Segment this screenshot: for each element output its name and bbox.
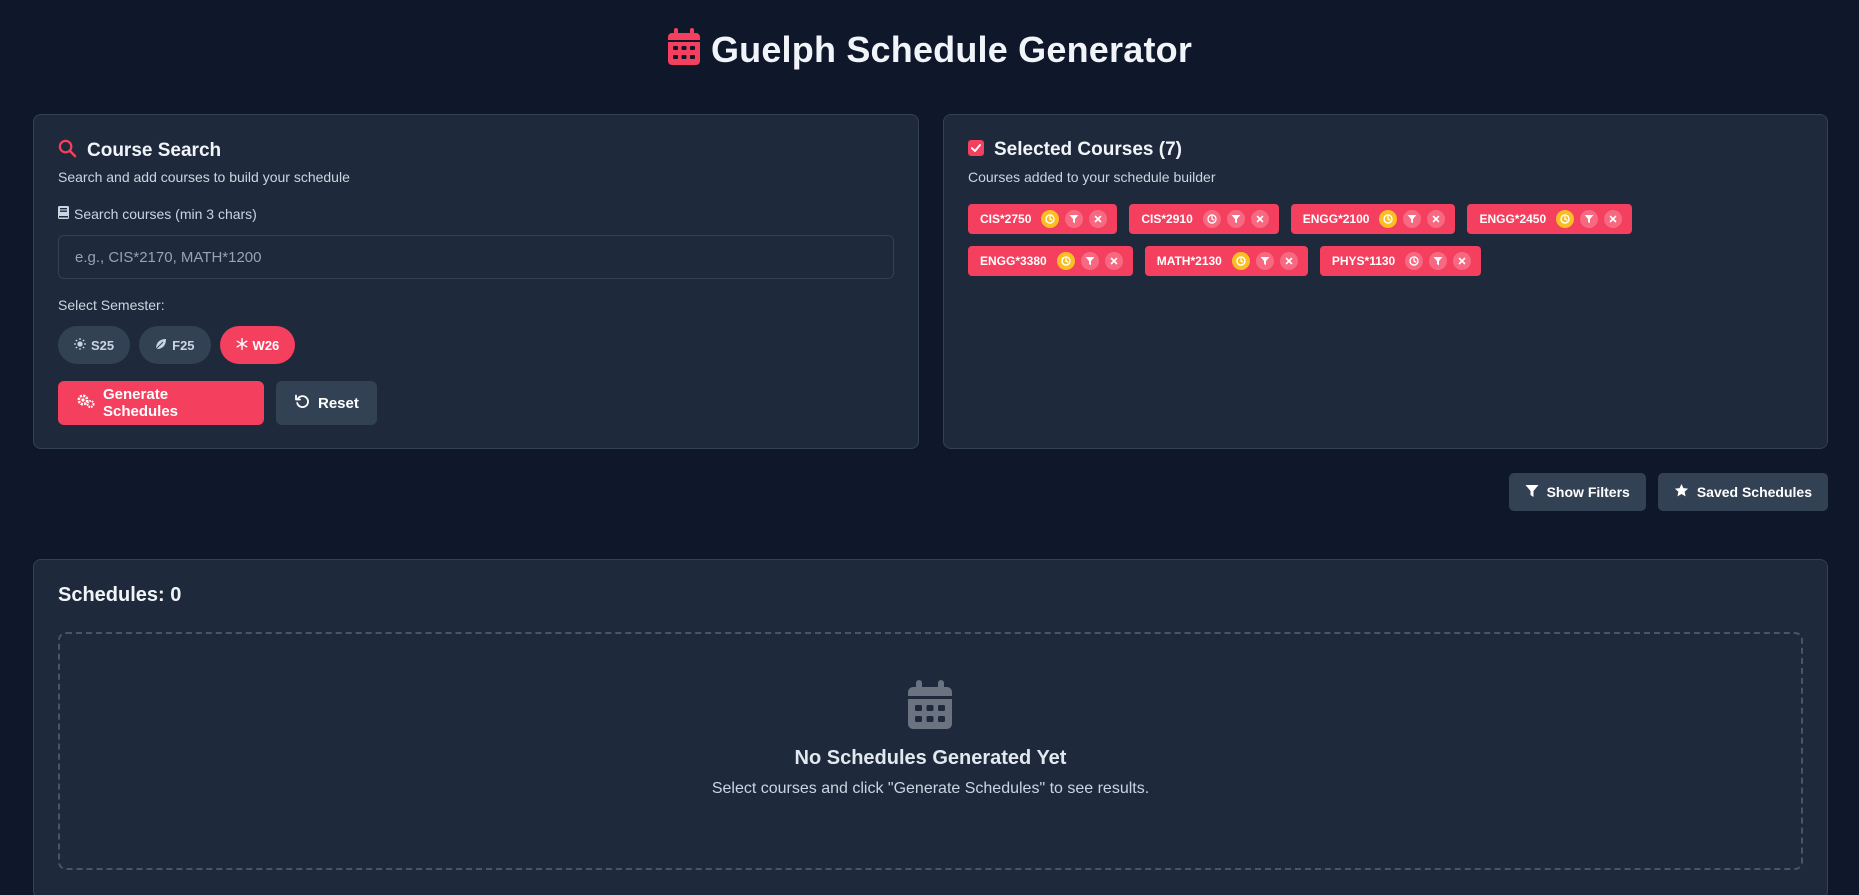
schedules-panel: Schedules: 0 No Schedules Generated Yet …	[33, 559, 1828, 895]
course-code: PHYS*1130	[1331, 254, 1396, 268]
remove-course-icon[interactable]	[1453, 252, 1472, 270]
semester-button-label: W26	[252, 337, 280, 353]
course-search-panel: Course Search Search and add courses to …	[33, 114, 919, 449]
semester-button-label: S25	[91, 337, 115, 353]
saved-schedules-button[interactable]: Saved Schedules	[1657, 473, 1828, 511]
star-icon	[1674, 483, 1689, 501]
gears-icon	[77, 394, 95, 412]
course-code: ENGG*2100	[1302, 212, 1370, 226]
semester-button-label: F25	[172, 337, 195, 353]
book-icon	[58, 206, 69, 222]
undo-icon	[295, 394, 310, 413]
course-chip: ENGG*3380	[968, 246, 1133, 276]
filter-icon	[1525, 484, 1539, 501]
search-input[interactable]	[58, 235, 894, 279]
filter-icon[interactable]	[1255, 252, 1274, 270]
saved-schedules-label: Saved Schedules	[1696, 484, 1812, 500]
clock-icon[interactable]	[1556, 210, 1575, 228]
course-chip-list: CIS*2750 CIS*2910 ENGG*2100 ENGG*2450 ENGG*3…	[968, 204, 1808, 276]
remove-course-icon[interactable]	[1104, 252, 1123, 270]
course-code: MATH*2130	[1156, 254, 1222, 268]
course-code: ENGG*3380	[980, 254, 1047, 268]
selected-courses-subtitle: Courses added to your schedule builder	[968, 169, 1216, 185]
generate-schedules-label: Generate Schedules	[103, 386, 179, 420]
course-code: CIS*2750	[980, 212, 1032, 226]
clock-icon[interactable]	[1041, 210, 1060, 228]
filter-icon[interactable]	[1065, 210, 1084, 228]
clock-icon[interactable]	[1405, 252, 1424, 270]
filter-icon[interactable]	[1226, 210, 1245, 228]
course-chip: MATH*2130	[1144, 246, 1308, 276]
search-label-text: Search courses (min 3 chars)	[74, 206, 257, 222]
course-search-subtitle: Search and add courses to build your sch…	[58, 169, 350, 185]
filter-icon[interactable]	[1580, 210, 1599, 228]
course-chip: ENGG*2100	[1290, 204, 1456, 234]
empty-state-title: No Schedules Generated Yet	[794, 747, 1067, 769]
semester-button-w26[interactable]: W26	[219, 326, 296, 364]
schedules-count-title: Schedules: 0	[58, 584, 182, 606]
course-chip: CIS*2910	[1129, 204, 1279, 234]
clock-icon[interactable]	[1202, 210, 1221, 228]
filter-icon[interactable]	[1080, 252, 1099, 270]
course-code: CIS*2910	[1141, 212, 1193, 226]
show-filters-label: Show Filters	[1546, 484, 1630, 500]
semester-selector: S25 F25 W26	[58, 326, 296, 364]
remove-course-icon[interactable]	[1250, 210, 1269, 228]
filter-icon[interactable]	[1403, 210, 1422, 228]
clock-icon[interactable]	[1231, 252, 1250, 270]
selected-courses-panel: Selected Courses (7) Courses added to yo…	[943, 114, 1828, 449]
calendar-icon	[907, 680, 953, 730]
course-chip: ENGG*2450	[1467, 204, 1633, 234]
empty-state: No Schedules Generated Yet Select course…	[58, 632, 1803, 870]
course-search-title: Course Search	[87, 140, 222, 161]
calendar-icon	[667, 28, 701, 71]
semester-label: Select Semester:	[58, 297, 165, 313]
leaf-icon	[155, 338, 167, 353]
semester-button-s25[interactable]: S25	[58, 326, 131, 364]
clock-icon[interactable]	[1379, 210, 1398, 228]
search-label: Search courses (min 3 chars)	[58, 206, 257, 222]
page-title: Guelph Schedule Generator	[0, 28, 1859, 71]
show-filters-button[interactable]: Show Filters	[1508, 473, 1646, 511]
remove-course-icon[interactable]	[1604, 210, 1623, 228]
clock-icon[interactable]	[1056, 252, 1075, 270]
semester-button-f25[interactable]: F25	[139, 326, 211, 364]
generate-schedules-button[interactable]: Generate Schedules	[58, 381, 264, 425]
empty-state-message: Select courses and click "Generate Sched…	[711, 780, 1150, 797]
remove-course-icon[interactable]	[1427, 210, 1446, 228]
remove-course-icon[interactable]	[1279, 252, 1298, 270]
search-icon	[58, 139, 77, 163]
check-square-icon	[968, 139, 984, 161]
selected-courses-title: Selected Courses (7)	[994, 139, 1182, 160]
reset-button[interactable]: Reset	[276, 381, 377, 425]
remove-course-icon[interactable]	[1089, 210, 1108, 228]
course-chip: CIS*2750	[968, 204, 1118, 234]
snowflake-icon	[236, 337, 248, 353]
reset-label: Reset	[318, 394, 359, 412]
course-code: ENGG*2450	[1479, 212, 1547, 226]
sun-icon	[74, 337, 86, 353]
page-title-text: Guelph Schedule Generator	[710, 28, 1193, 70]
filter-icon[interactable]	[1429, 252, 1448, 270]
course-chip: PHYS*1130	[1319, 246, 1482, 276]
